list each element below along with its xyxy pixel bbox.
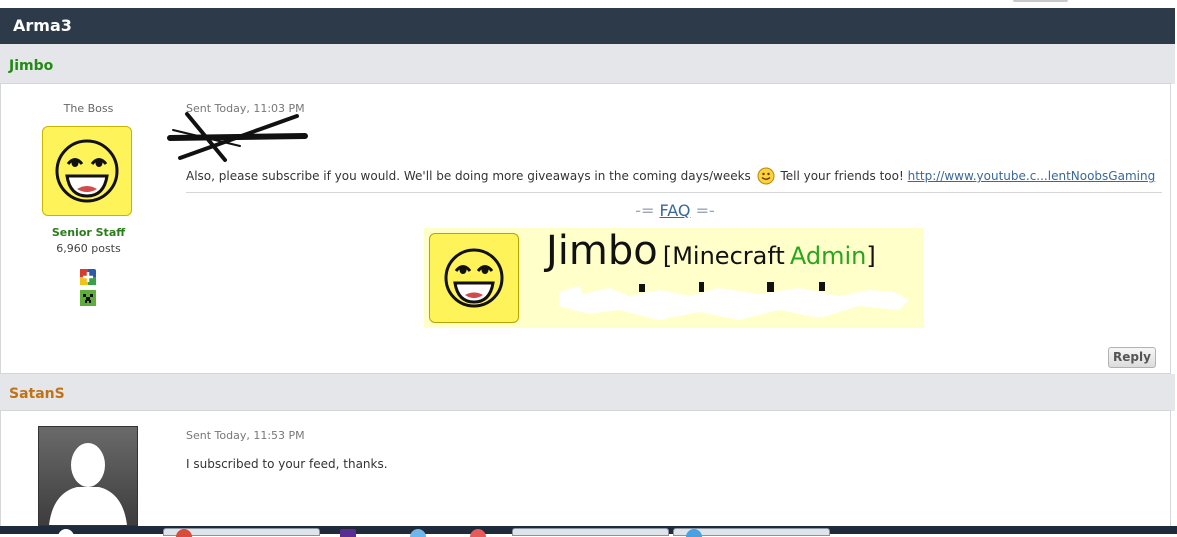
banner-redaction (559, 282, 909, 320)
member-post-count: 6,960 posts (56, 242, 121, 255)
taskbar-window-button[interactable] (512, 528, 669, 536)
signature-divider (186, 192, 1162, 193)
plus-badge-icon (80, 269, 96, 285)
post-message: I subscribed to your feed, thanks. (186, 457, 388, 471)
browser-tab-edge[interactable] (1013, 0, 1068, 2)
member-avatar[interactable] (38, 426, 138, 526)
banner-avatar (429, 233, 519, 323)
faq-left-marker: -= (635, 201, 655, 220)
banner-title: Jimbo [Minecraft Admin] (546, 228, 876, 274)
post-header-bar: SatanS (0, 374, 1175, 411)
post-timestamp: Sent Today, 11:53 PM (186, 429, 305, 442)
youtube-link[interactable]: http://www.youtube.c...lentNoobsGaming (908, 169, 1156, 183)
member-group[interactable]: Senior Staff (40, 226, 137, 239)
post-body (0, 410, 1171, 528)
taskbar-app-icon[interactable] (340, 529, 356, 537)
smiley-face-icon (757, 167, 775, 188)
awesome-face-icon (55, 139, 119, 203)
redaction-scribble (167, 112, 308, 162)
message-tail-text: Tell your friends too! (780, 169, 904, 183)
post-header-bar: Jimbo (0, 44, 1175, 84)
post-author-name[interactable]: Jimbo (9, 58, 53, 74)
signature-faq: -= FAQ =- (425, 201, 925, 220)
banner-open-bracket: [ (662, 242, 673, 270)
message-text: Also, please subscribe if you would. We'… (186, 169, 751, 183)
banner-name: Jimbo (546, 228, 658, 274)
reply-button[interactable]: Reply (1108, 347, 1156, 368)
awesome-face-icon (444, 248, 504, 308)
member-avatar[interactable] (42, 126, 132, 216)
member-rank-title: The Boss (63, 102, 114, 115)
thread-title: Arma3 (0, 8, 1175, 44)
faq-right-marker: =- (695, 201, 715, 220)
faq-link[interactable]: FAQ (660, 201, 691, 220)
forum-thread: Arma3 Jimbo The Boss Senior Staff 6,960 … (0, 8, 1175, 528)
browser-top-strip (0, 0, 1177, 8)
banner-close-bracket: ] (866, 242, 876, 270)
post-message: Also, please subscribe if you would. We'… (186, 167, 1155, 188)
default-avatar-icon (49, 443, 127, 525)
signature-banner: Jimbo [Minecraft Admin] (424, 228, 924, 328)
banner-role-b: Admin (789, 242, 867, 270)
post-author-name[interactable]: SatanS (9, 386, 65, 402)
creeper-badge-icon (80, 290, 96, 306)
banner-role-a: Minecraft (672, 242, 785, 270)
